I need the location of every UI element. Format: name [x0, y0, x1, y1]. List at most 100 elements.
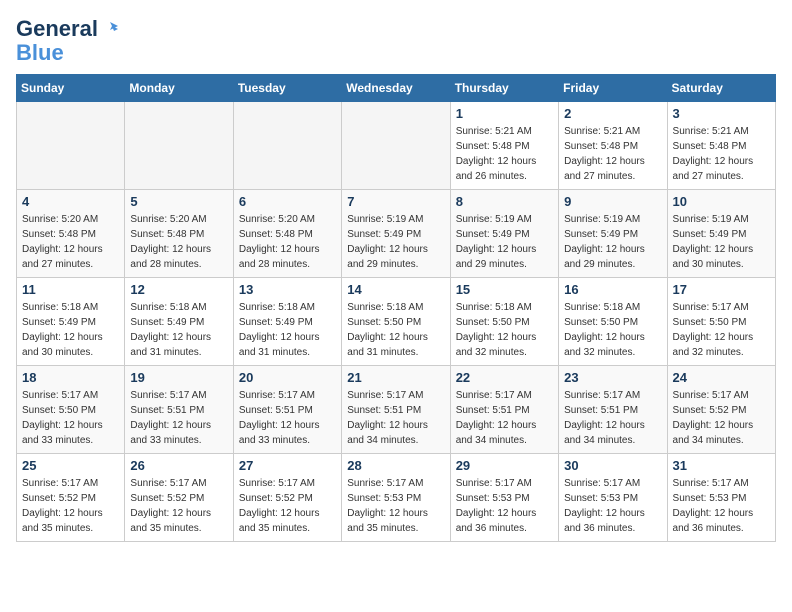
daylight-text: Daylight: 12 hours and 35 minutes. [130, 508, 211, 534]
calendar-cell-5: 5 Sunrise: 5:20 AM Sunset: 5:48 PM Dayli… [125, 190, 233, 278]
daylight-text: Daylight: 12 hours and 31 minutes. [347, 332, 428, 358]
daylight-text: Daylight: 12 hours and 36 minutes. [456, 508, 537, 534]
day-info: Sunrise: 5:17 AM Sunset: 5:51 PM Dayligh… [347, 388, 444, 448]
daylight-text: Daylight: 12 hours and 36 minutes. [564, 508, 645, 534]
day-number: 26 [130, 458, 227, 473]
daylight-text: Daylight: 12 hours and 27 minutes. [673, 156, 754, 182]
sunrise-text: Sunrise: 5:20 AM [130, 214, 206, 225]
calendar-cell-1: 1 Sunrise: 5:21 AM Sunset: 5:48 PM Dayli… [450, 102, 558, 190]
calendar-cell-3: 3 Sunrise: 5:21 AM Sunset: 5:48 PM Dayli… [667, 102, 775, 190]
day-number: 14 [347, 282, 444, 297]
sunrise-text: Sunrise: 5:17 AM [22, 478, 98, 489]
day-number: 5 [130, 194, 227, 209]
day-number: 21 [347, 370, 444, 385]
sunset-text: Sunset: 5:49 PM [130, 317, 204, 328]
daylight-text: Daylight: 12 hours and 30 minutes. [22, 332, 103, 358]
day-number: 20 [239, 370, 336, 385]
calendar-cell-8: 8 Sunrise: 5:19 AM Sunset: 5:49 PM Dayli… [450, 190, 558, 278]
daylight-text: Daylight: 12 hours and 34 minutes. [456, 420, 537, 446]
daylight-text: Daylight: 12 hours and 26 minutes. [456, 156, 537, 182]
sunset-text: Sunset: 5:49 PM [673, 229, 747, 240]
day-number: 28 [347, 458, 444, 473]
daylight-text: Daylight: 12 hours and 34 minutes. [564, 420, 645, 446]
day-info: Sunrise: 5:19 AM Sunset: 5:49 PM Dayligh… [564, 212, 661, 272]
sunrise-text: Sunrise: 5:21 AM [456, 126, 532, 137]
sunset-text: Sunset: 5:48 PM [22, 229, 96, 240]
daylight-text: Daylight: 12 hours and 29 minutes. [347, 244, 428, 270]
calendar-cell-25: 25 Sunrise: 5:17 AM Sunset: 5:52 PM Dayl… [17, 454, 125, 542]
sunset-text: Sunset: 5:52 PM [239, 493, 313, 504]
day-info: Sunrise: 5:17 AM Sunset: 5:50 PM Dayligh… [673, 300, 770, 360]
daylight-text: Daylight: 12 hours and 33 minutes. [130, 420, 211, 446]
sunrise-text: Sunrise: 5:17 AM [239, 478, 315, 489]
sunrise-text: Sunrise: 5:18 AM [239, 302, 315, 313]
day-info: Sunrise: 5:17 AM Sunset: 5:52 PM Dayligh… [22, 476, 119, 536]
day-number: 2 [564, 106, 661, 121]
day-info: Sunrise: 5:17 AM Sunset: 5:52 PM Dayligh… [130, 476, 227, 536]
logo-bird-icon [100, 20, 120, 38]
day-info: Sunrise: 5:17 AM Sunset: 5:51 PM Dayligh… [239, 388, 336, 448]
day-number: 10 [673, 194, 770, 209]
day-number: 30 [564, 458, 661, 473]
sunrise-text: Sunrise: 5:18 AM [22, 302, 98, 313]
calendar-cell-29: 29 Sunrise: 5:17 AM Sunset: 5:53 PM Dayl… [450, 454, 558, 542]
sunset-text: Sunset: 5:51 PM [130, 405, 204, 416]
sunset-text: Sunset: 5:48 PM [130, 229, 204, 240]
daylight-text: Daylight: 12 hours and 31 minutes. [239, 332, 320, 358]
day-number: 17 [673, 282, 770, 297]
daylight-text: Daylight: 12 hours and 33 minutes. [22, 420, 103, 446]
weekday-header-sunday: Sunday [17, 75, 125, 102]
day-number: 8 [456, 194, 553, 209]
sunset-text: Sunset: 5:53 PM [347, 493, 421, 504]
day-info: Sunrise: 5:21 AM Sunset: 5:48 PM Dayligh… [456, 124, 553, 184]
sunrise-text: Sunrise: 5:19 AM [673, 214, 749, 225]
calendar-cell-11: 11 Sunrise: 5:18 AM Sunset: 5:49 PM Dayl… [17, 278, 125, 366]
logo-general-text: General [16, 16, 98, 42]
day-info: Sunrise: 5:17 AM Sunset: 5:53 PM Dayligh… [347, 476, 444, 536]
sunrise-text: Sunrise: 5:17 AM [564, 390, 640, 401]
day-info: Sunrise: 5:17 AM Sunset: 5:53 PM Dayligh… [456, 476, 553, 536]
logo-wordmark: General [16, 16, 120, 42]
sunrise-text: Sunrise: 5:17 AM [130, 478, 206, 489]
calendar-cell-23: 23 Sunrise: 5:17 AM Sunset: 5:51 PM Dayl… [559, 366, 667, 454]
calendar-week-1: 1 Sunrise: 5:21 AM Sunset: 5:48 PM Dayli… [17, 102, 776, 190]
sunrise-text: Sunrise: 5:20 AM [239, 214, 315, 225]
sunrise-text: Sunrise: 5:20 AM [22, 214, 98, 225]
sunset-text: Sunset: 5:51 PM [239, 405, 313, 416]
calendar-cell-20: 20 Sunrise: 5:17 AM Sunset: 5:51 PM Dayl… [233, 366, 341, 454]
calendar-cell-15: 15 Sunrise: 5:18 AM Sunset: 5:50 PM Dayl… [450, 278, 558, 366]
day-info: Sunrise: 5:21 AM Sunset: 5:48 PM Dayligh… [564, 124, 661, 184]
sunrise-text: Sunrise: 5:18 AM [347, 302, 423, 313]
calendar-cell-26: 26 Sunrise: 5:17 AM Sunset: 5:52 PM Dayl… [125, 454, 233, 542]
calendar-cell-2: 2 Sunrise: 5:21 AM Sunset: 5:48 PM Dayli… [559, 102, 667, 190]
daylight-text: Daylight: 12 hours and 30 minutes. [673, 244, 754, 270]
calendar-cell-empty [125, 102, 233, 190]
calendar-cell-24: 24 Sunrise: 5:17 AM Sunset: 5:52 PM Dayl… [667, 366, 775, 454]
sunset-text: Sunset: 5:51 PM [456, 405, 530, 416]
day-info: Sunrise: 5:19 AM Sunset: 5:49 PM Dayligh… [673, 212, 770, 272]
daylight-text: Daylight: 12 hours and 35 minutes. [22, 508, 103, 534]
day-info: Sunrise: 5:20 AM Sunset: 5:48 PM Dayligh… [130, 212, 227, 272]
calendar-cell-13: 13 Sunrise: 5:18 AM Sunset: 5:49 PM Dayl… [233, 278, 341, 366]
sunrise-text: Sunrise: 5:21 AM [673, 126, 749, 137]
daylight-text: Daylight: 12 hours and 36 minutes. [673, 508, 754, 534]
day-number: 29 [456, 458, 553, 473]
day-number: 22 [456, 370, 553, 385]
sunset-text: Sunset: 5:52 PM [130, 493, 204, 504]
day-number: 9 [564, 194, 661, 209]
day-info: Sunrise: 5:18 AM Sunset: 5:50 PM Dayligh… [456, 300, 553, 360]
calendar-cell-22: 22 Sunrise: 5:17 AM Sunset: 5:51 PM Dayl… [450, 366, 558, 454]
day-info: Sunrise: 5:19 AM Sunset: 5:49 PM Dayligh… [347, 212, 444, 272]
calendar-cell-18: 18 Sunrise: 5:17 AM Sunset: 5:50 PM Dayl… [17, 366, 125, 454]
daylight-text: Daylight: 12 hours and 34 minutes. [673, 420, 754, 446]
sunset-text: Sunset: 5:52 PM [22, 493, 96, 504]
calendar-cell-10: 10 Sunrise: 5:19 AM Sunset: 5:49 PM Dayl… [667, 190, 775, 278]
sunset-text: Sunset: 5:50 PM [673, 317, 747, 328]
sunrise-text: Sunrise: 5:17 AM [564, 478, 640, 489]
calendar-cell-27: 27 Sunrise: 5:17 AM Sunset: 5:52 PM Dayl… [233, 454, 341, 542]
day-number: 1 [456, 106, 553, 121]
day-number: 16 [564, 282, 661, 297]
day-info: Sunrise: 5:18 AM Sunset: 5:50 PM Dayligh… [347, 300, 444, 360]
sunset-text: Sunset: 5:53 PM [564, 493, 638, 504]
day-info: Sunrise: 5:18 AM Sunset: 5:50 PM Dayligh… [564, 300, 661, 360]
